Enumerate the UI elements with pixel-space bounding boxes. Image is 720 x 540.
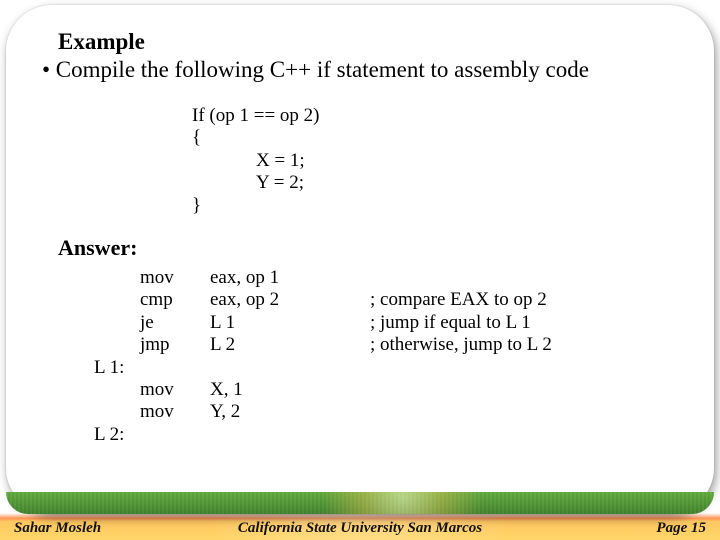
asm-operands: Y, 2 bbox=[210, 401, 370, 423]
footer-institution: California State University San Marcos bbox=[14, 520, 706, 537]
asm-row: je L 1 ; jump if equal to L 1 bbox=[94, 312, 678, 334]
asm-label bbox=[94, 379, 140, 401]
asm-row: mov X, 1 bbox=[94, 379, 678, 401]
asm-operands bbox=[210, 357, 370, 379]
asm-comment: ; jump if equal to L 1 bbox=[370, 312, 531, 334]
asm-operands bbox=[210, 424, 370, 446]
code-line: { bbox=[192, 127, 678, 149]
footer-author: Sahar Mosleh bbox=[14, 520, 101, 537]
asm-operands: L 2 bbox=[210, 334, 370, 356]
asm-row: cmp eax, op 2 ; compare EAX to op 2 bbox=[94, 289, 678, 311]
code-line: Y = 2; bbox=[192, 172, 304, 194]
slide-stage: Example • Compile the following C++ if s… bbox=[0, 0, 720, 540]
decorative-strip bbox=[6, 492, 714, 514]
asm-mnemonic bbox=[140, 424, 210, 446]
footer-page-number: Page 15 bbox=[656, 520, 706, 537]
asm-code-block: mov eax, op 1 cmp eax, op 2 ; compare EA… bbox=[94, 267, 678, 446]
asm-mnemonic: je bbox=[140, 312, 210, 334]
cpp-code-block: If (op 1 == op 2) { X = 1; Y = 2; } bbox=[192, 105, 678, 217]
asm-label bbox=[94, 334, 140, 356]
asm-label bbox=[94, 289, 140, 311]
asm-label bbox=[94, 312, 140, 334]
asm-mnemonic: mov bbox=[140, 379, 210, 401]
answer-heading: Answer: bbox=[58, 235, 678, 261]
slide-card: Example • Compile the following C++ if s… bbox=[6, 5, 714, 514]
slide-footer: Sahar Mosleh California State University… bbox=[14, 520, 706, 537]
asm-comment: ; otherwise, jump to L 2 bbox=[370, 334, 552, 356]
asm-label bbox=[94, 267, 140, 289]
asm-row: mov Y, 2 bbox=[94, 401, 678, 423]
code-line: X = 1; bbox=[192, 150, 305, 172]
asm-mnemonic bbox=[140, 357, 210, 379]
asm-row: L 2: bbox=[94, 424, 678, 446]
asm-label bbox=[94, 401, 140, 423]
asm-row: L 1: bbox=[94, 357, 678, 379]
asm-mnemonic: cmp bbox=[140, 289, 210, 311]
asm-operands: eax, op 2 bbox=[210, 289, 370, 311]
asm-mnemonic: jmp bbox=[140, 334, 210, 356]
code-line: If (op 1 == op 2) bbox=[192, 105, 678, 127]
prompt-bullet: • Compile the following C++ if statement… bbox=[42, 57, 678, 83]
asm-mnemonic: mov bbox=[140, 401, 210, 423]
asm-comment: ; compare EAX to op 2 bbox=[370, 289, 547, 311]
slide-content: Example • Compile the following C++ if s… bbox=[42, 29, 678, 478]
asm-operands: L 1 bbox=[210, 312, 370, 334]
asm-label: L 1: bbox=[94, 357, 140, 379]
asm-label: L 2: bbox=[94, 424, 140, 446]
asm-row: mov eax, op 1 bbox=[94, 267, 678, 289]
asm-row: jmp L 2 ; otherwise, jump to L 2 bbox=[94, 334, 678, 356]
asm-operands: eax, op 1 bbox=[210, 267, 370, 289]
asm-mnemonic: mov bbox=[140, 267, 210, 289]
code-line: } bbox=[192, 195, 678, 217]
asm-operands: X, 1 bbox=[210, 379, 370, 401]
example-heading: Example bbox=[58, 29, 678, 55]
